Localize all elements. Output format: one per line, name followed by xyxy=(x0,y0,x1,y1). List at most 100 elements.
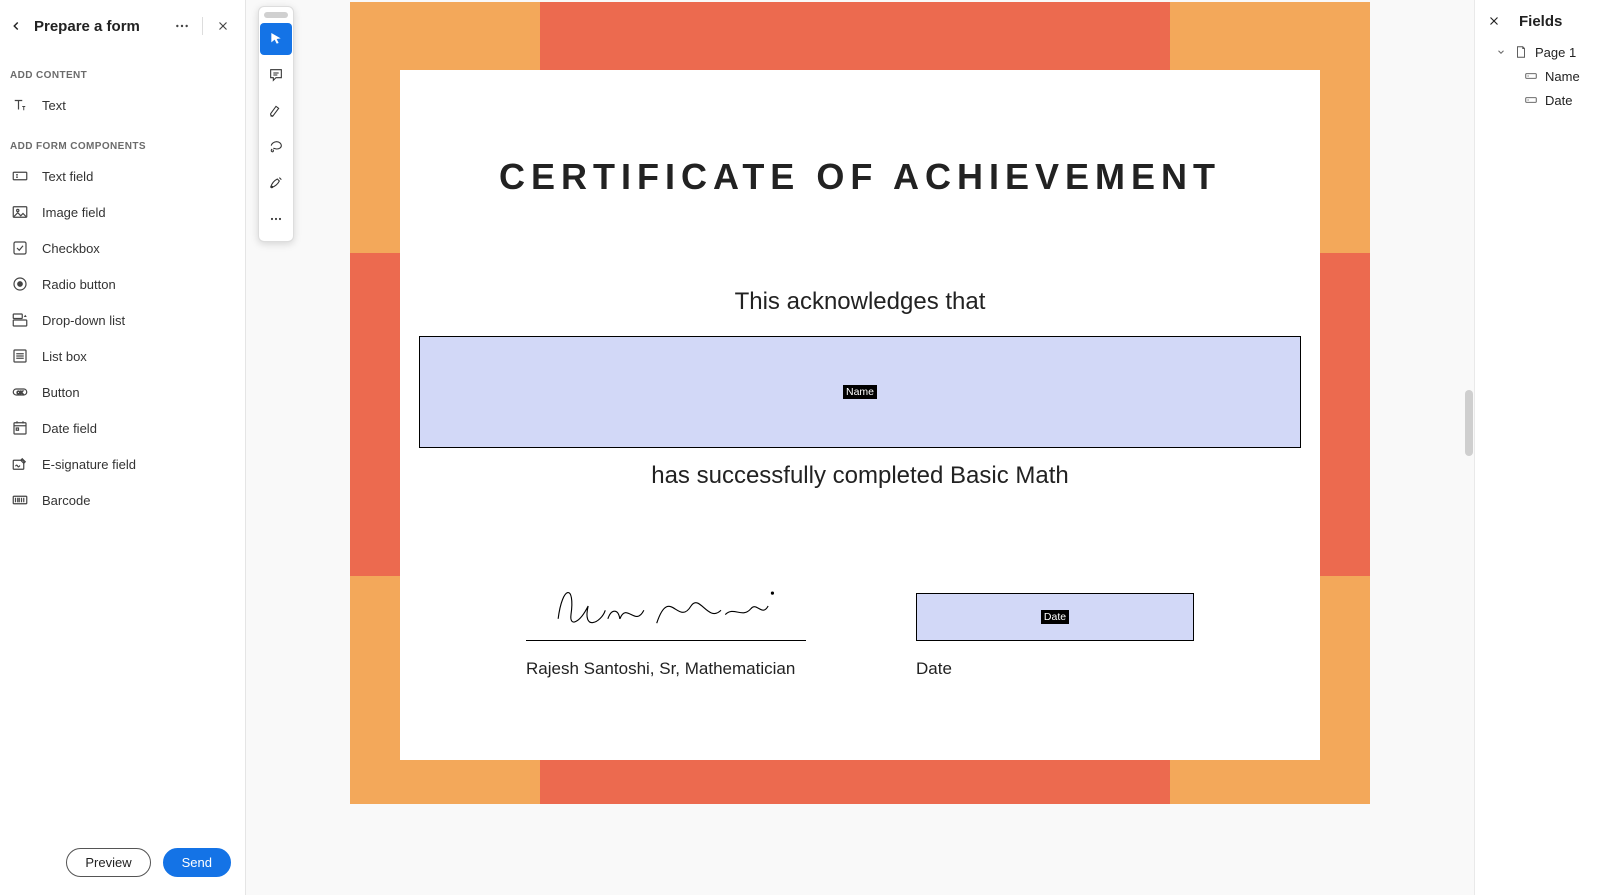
highlight-icon xyxy=(268,103,284,119)
date-field-icon xyxy=(10,418,30,438)
name-form-field[interactable]: Name xyxy=(419,336,1301,448)
lasso-icon xyxy=(268,139,284,155)
signature-row: Rajesh Santoshi, Sr, Mathematician Date … xyxy=(400,490,1320,679)
close-icon xyxy=(216,19,230,33)
decor xyxy=(540,780,1170,804)
add-listbox-item[interactable]: List box xyxy=(0,338,245,374)
listbox-icon xyxy=(10,346,30,366)
decor xyxy=(350,780,540,804)
comment-icon xyxy=(268,67,284,83)
field-tag: Date xyxy=(1041,610,1069,624)
radio-icon xyxy=(10,274,30,294)
add-text-field-item[interactable]: Text field xyxy=(0,158,245,194)
canvas-scroll[interactable]: CERTIFICATE OF ACHIEVEMENT This acknowle… xyxy=(246,0,1474,895)
panel-title: Prepare a form xyxy=(34,18,162,35)
left-panel-header-actions xyxy=(168,12,237,40)
more-horizontal-icon xyxy=(268,211,284,227)
preview-button[interactable]: Preview xyxy=(66,848,150,877)
document-outer: CERTIFICATE OF ACHIEVEMENT This acknowle… xyxy=(350,2,1370,804)
image-field-icon xyxy=(10,202,30,222)
more-options-button[interactable] xyxy=(168,12,196,40)
tree-label: Page 1 xyxy=(1535,45,1576,60)
tree-label: Date xyxy=(1545,93,1572,108)
signer-caption: Rajesh Santoshi, Sr, Mathematician xyxy=(526,641,806,679)
item-label: List box xyxy=(42,349,87,364)
document-canvas: CERTIFICATE OF ACHIEVEMENT This acknowle… xyxy=(246,0,1474,895)
tree-label: Name xyxy=(1545,69,1580,84)
left-panel: Prepare a form ADD CONTENT Text ADD FORM… xyxy=(0,0,246,895)
decor xyxy=(1320,253,1370,576)
date-caption: Date xyxy=(916,641,1194,679)
highlight-tool[interactable] xyxy=(260,95,292,127)
text-icon xyxy=(10,95,30,115)
item-label: Text xyxy=(42,98,66,113)
floating-toolbar[interactable] xyxy=(258,6,294,242)
item-label: Image field xyxy=(42,205,106,220)
scrollbar-thumb[interactable] xyxy=(1465,390,1473,456)
tree-page-row[interactable]: Page 1 xyxy=(1483,40,1600,64)
section-add-form: ADD FORM COMPONENTS xyxy=(0,123,245,158)
fields-panel-header: Fields xyxy=(1483,10,1600,40)
item-label: Drop-down list xyxy=(42,313,125,328)
decor xyxy=(540,759,1170,780)
select-tool[interactable] xyxy=(260,23,292,55)
item-label: Text field xyxy=(42,169,93,184)
close-icon xyxy=(1487,14,1501,28)
cursor-icon xyxy=(268,31,284,47)
comment-tool[interactable] xyxy=(260,59,292,91)
left-panel-footer: Preview Send xyxy=(0,836,245,895)
item-label: Barcode xyxy=(42,493,90,508)
add-esign-item[interactable]: E-signature field xyxy=(0,446,245,482)
back-button[interactable] xyxy=(4,14,28,38)
draw-tool[interactable] xyxy=(260,131,292,163)
field-tag: Name xyxy=(843,385,877,399)
svg-text:OK: OK xyxy=(17,390,24,395)
decor xyxy=(540,26,1170,70)
checkbox-icon xyxy=(10,238,30,258)
chevron-down-icon xyxy=(1495,47,1507,57)
decor xyxy=(1170,780,1370,804)
esign-icon xyxy=(10,454,30,474)
tree-field-name[interactable]: Name xyxy=(1483,64,1600,88)
button-icon: OK xyxy=(10,382,30,402)
section-add-content: ADD CONTENT xyxy=(0,52,245,87)
sign-tool[interactable] xyxy=(260,167,292,199)
pen-icon xyxy=(268,175,284,191)
item-label: E-signature field xyxy=(42,457,136,472)
add-barcode-item[interactable]: Barcode xyxy=(0,482,245,518)
more-tools[interactable] xyxy=(260,203,292,235)
item-label: Date field xyxy=(42,421,97,436)
tree-field-date[interactable]: Date xyxy=(1483,88,1600,112)
add-dropdown-item[interactable]: Drop-down list xyxy=(0,302,245,338)
text-field-icon xyxy=(10,166,30,186)
toolbar-grip[interactable] xyxy=(264,12,288,18)
certificate-completed: has successfully completed Basic Math xyxy=(400,448,1320,490)
close-fields-panel-button[interactable] xyxy=(1483,10,1505,32)
decor xyxy=(540,2,1170,26)
signer-block: Rajesh Santoshi, Sr, Mathematician xyxy=(526,576,806,679)
item-label: Radio button xyxy=(42,277,116,292)
decor xyxy=(350,253,400,576)
dropdown-icon xyxy=(10,310,30,330)
add-button-item[interactable]: OK Button xyxy=(0,374,245,410)
send-button[interactable]: Send xyxy=(163,848,231,877)
date-form-field[interactable]: Date xyxy=(916,593,1194,641)
separator xyxy=(202,17,203,35)
add-checkbox-item[interactable]: Checkbox xyxy=(0,230,245,266)
item-label: Checkbox xyxy=(42,241,100,256)
add-date-field-item[interactable]: Date field xyxy=(0,410,245,446)
add-image-field-item[interactable]: Image field xyxy=(0,194,245,230)
document-page[interactable]: CERTIFICATE OF ACHIEVEMENT This acknowle… xyxy=(400,70,1320,760)
more-horizontal-icon xyxy=(174,18,190,34)
text-field-icon xyxy=(1523,68,1539,84)
certificate-ack: This acknowledges that xyxy=(400,198,1320,316)
fields-panel: Fields Page 1 Name Date xyxy=(1474,0,1608,895)
close-panel-button[interactable] xyxy=(209,12,237,40)
page-icon xyxy=(1513,44,1529,60)
date-block: Date Date xyxy=(916,593,1194,679)
add-radio-item[interactable]: Radio button xyxy=(0,266,245,302)
left-panel-header: Prepare a form xyxy=(0,0,245,52)
add-text-item[interactable]: Text xyxy=(0,87,245,123)
barcode-icon xyxy=(10,490,30,510)
decor xyxy=(1170,2,1370,26)
